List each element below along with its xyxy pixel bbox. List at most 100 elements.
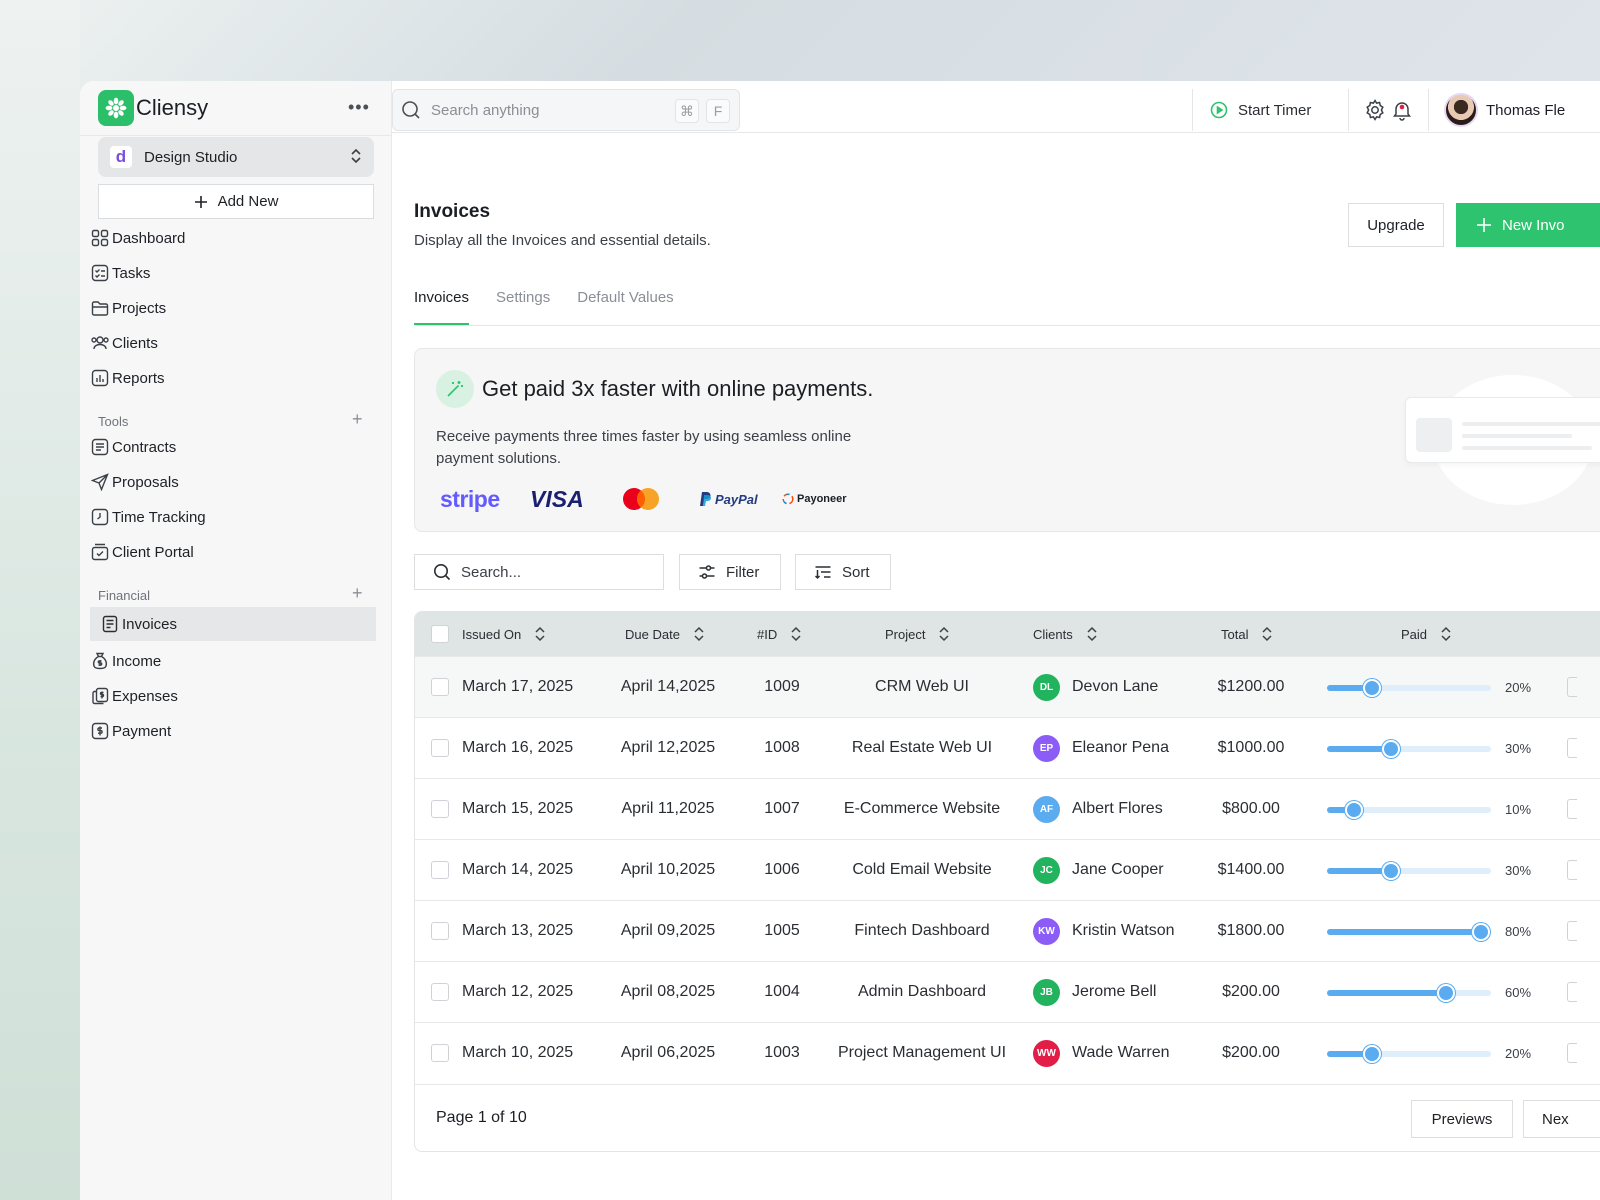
f-key-hint: F [706, 99, 730, 123]
global-search-input[interactable]: Search anything ⌘ F [392, 89, 740, 131]
column-header-label: Paid [1401, 626, 1428, 642]
upgrade-button[interactable]: Upgrade [1348, 203, 1444, 247]
gear-icon[interactable] [1364, 99, 1386, 121]
sidebar-item-income[interactable]: Income [90, 644, 376, 678]
tab-default-values[interactable]: Default Values [577, 289, 673, 325]
bell-icon[interactable] [1391, 99, 1413, 121]
brand-name: Cliensy [136, 95, 209, 120]
add-tool-plus-icon[interactable]: + [352, 409, 363, 430]
sidebar-item-clients[interactable]: Clients [90, 326, 376, 360]
sidebar-item-tasks[interactable]: Tasks [90, 256, 376, 290]
tab-settings[interactable]: Settings [496, 289, 550, 325]
paid-progress-slider[interactable] [1327, 740, 1491, 758]
column-header-issued-on[interactable]: Issued On [462, 626, 545, 642]
invoice-icon [100, 614, 120, 634]
select-all-checkbox[interactable] [431, 625, 449, 643]
sidebar-item-time-tracking[interactable]: Time Tracking [90, 500, 376, 534]
row-action-checkbox[interactable] [1567, 738, 1577, 758]
table-row[interactable]: March 10, 2025 April 06,2025 1003 Project M… [415, 1022, 1600, 1083]
user-menu[interactable]: Thomas Fle [1444, 93, 1565, 127]
paid-progress-thumb[interactable] [1363, 679, 1381, 697]
row-action-checkbox[interactable] [1567, 799, 1577, 819]
add-financial-plus-icon[interactable]: + [352, 583, 363, 604]
paid-progress-thumb[interactable] [1472, 923, 1490, 941]
paid-progress-thumb[interactable] [1381, 862, 1400, 880]
previous-page-button[interactable]: Previews [1411, 1100, 1513, 1138]
pagination: Page 1 of 10 Previews Nex [415, 1084, 1600, 1151]
add-new-button[interactable]: Add New [98, 184, 374, 219]
paid-progress-slider[interactable] [1327, 923, 1491, 941]
users-icon [90, 333, 110, 353]
sidebar-item-dashboard[interactable]: Dashboard [90, 221, 376, 255]
sidebar-item-projects[interactable]: Projects [90, 291, 376, 325]
row-checkbox[interactable] [431, 861, 449, 879]
column-header-paid[interactable]: Paid [1401, 626, 1451, 642]
column-header-total[interactable]: Total [1221, 626, 1272, 642]
paid-progress-slider[interactable] [1327, 862, 1491, 880]
sidebar-item-invoices[interactable]: Invoices [90, 607, 376, 641]
cell-client: Jane Cooper [1072, 861, 1164, 878]
column-header-id[interactable]: #ID [757, 626, 801, 642]
row-action-checkbox[interactable] [1567, 982, 1577, 1002]
cell-id: 1003 [764, 1044, 800, 1061]
sort-arrows-icon [1087, 626, 1097, 642]
sidebar-item-client-portal[interactable]: Client Portal [90, 535, 376, 569]
table-row[interactable]: March 17, 2025 April 14,2025 1009 CRM Web U… [415, 656, 1600, 717]
row-action-checkbox[interactable] [1567, 921, 1577, 941]
paid-progress-slider[interactable] [1327, 801, 1491, 819]
tab-invoices[interactable]: Invoices [414, 289, 470, 325]
cell-total: $1200.00 [1217, 678, 1285, 695]
column-header-project[interactable]: Project [885, 626, 949, 642]
brand[interactable]: Cliensy [98, 90, 208, 126]
paid-progress-thumb[interactable] [1363, 1045, 1381, 1063]
row-checkbox[interactable] [431, 739, 449, 757]
row-action-checkbox[interactable] [1567, 1043, 1577, 1063]
paid-progress-thumb[interactable] [1344, 801, 1363, 819]
payment-icon [90, 721, 110, 741]
cell-total: $200.00 [1222, 983, 1280, 1000]
start-timer-button[interactable]: Start Timer [1210, 89, 1311, 131]
sort-button[interactable]: Sort [795, 554, 891, 590]
filter-button[interactable]: Filter [679, 554, 781, 590]
workspace-switcher[interactable]: d Design Studio [98, 137, 374, 177]
sidebar-item-reports[interactable]: Reports [90, 361, 376, 395]
table-row[interactable]: March 12, 2025 April 08,2025 1004 Admin Das… [415, 961, 1600, 1022]
sidebar-item-label: Invoices [122, 615, 178, 633]
row-checkbox[interactable] [431, 1044, 449, 1062]
row-action-checkbox[interactable] [1567, 860, 1577, 880]
cell-id: 1005 [764, 922, 800, 939]
section-label-financial: Financial [98, 588, 151, 603]
table-search-placeholder: Search... [461, 563, 522, 581]
paid-progress-slider[interactable] [1327, 679, 1491, 697]
cell-due-date: April 12,2025 [620, 739, 716, 756]
row-checkbox[interactable] [431, 800, 449, 818]
paid-progress-thumb[interactable] [1381, 740, 1400, 758]
table-search-input[interactable]: Search... [414, 554, 664, 590]
table-row[interactable]: March 14, 2025 April 10,2025 1006 Cold Emai… [415, 839, 1600, 900]
table-row[interactable]: March 13, 2025 April 09,2025 1005 Fintech D… [415, 900, 1600, 961]
divider [414, 325, 1600, 326]
next-page-button[interactable]: Nex [1523, 1100, 1600, 1138]
more-options-icon[interactable]: ••• [348, 97, 370, 118]
sidebar-item-expenses[interactable]: Expenses [90, 679, 376, 713]
row-checkbox[interactable] [431, 983, 449, 1001]
column-header-clients[interactable]: Clients [1033, 626, 1097, 642]
row-checkbox[interactable] [431, 678, 449, 696]
row-action-checkbox[interactable] [1567, 677, 1577, 697]
column-header-label: Project [885, 626, 926, 642]
filter-label: Filter [726, 563, 760, 581]
sidebar-item-contracts[interactable]: Contracts [90, 430, 376, 464]
sidebar-item-payment[interactable]: Payment [90, 714, 376, 748]
column-header-due-date[interactable]: Due Date [625, 626, 704, 642]
cell-project: E-Commerce Website [843, 800, 1001, 817]
sidebar-item-proposals[interactable]: Proposals [90, 465, 376, 499]
table-row[interactable]: March 15, 2025 April 11,2025 1007 E-Commerc… [415, 778, 1600, 839]
paid-progress-slider[interactable] [1327, 984, 1491, 1002]
paid-progress-thumb[interactable] [1437, 984, 1455, 1002]
top-bar: Search anything ⌘ F Start Timer Thomas F… [392, 81, 1600, 133]
paid-progress-slider[interactable] [1327, 1045, 1491, 1063]
table-row[interactable]: March 16, 2025 April 12,2025 1008 Real Esta… [415, 717, 1600, 778]
row-checkbox[interactable] [431, 922, 449, 940]
new-invoice-button[interactable]: New Invo [1456, 203, 1600, 247]
cell-project: CRM Web UI [875, 678, 969, 695]
